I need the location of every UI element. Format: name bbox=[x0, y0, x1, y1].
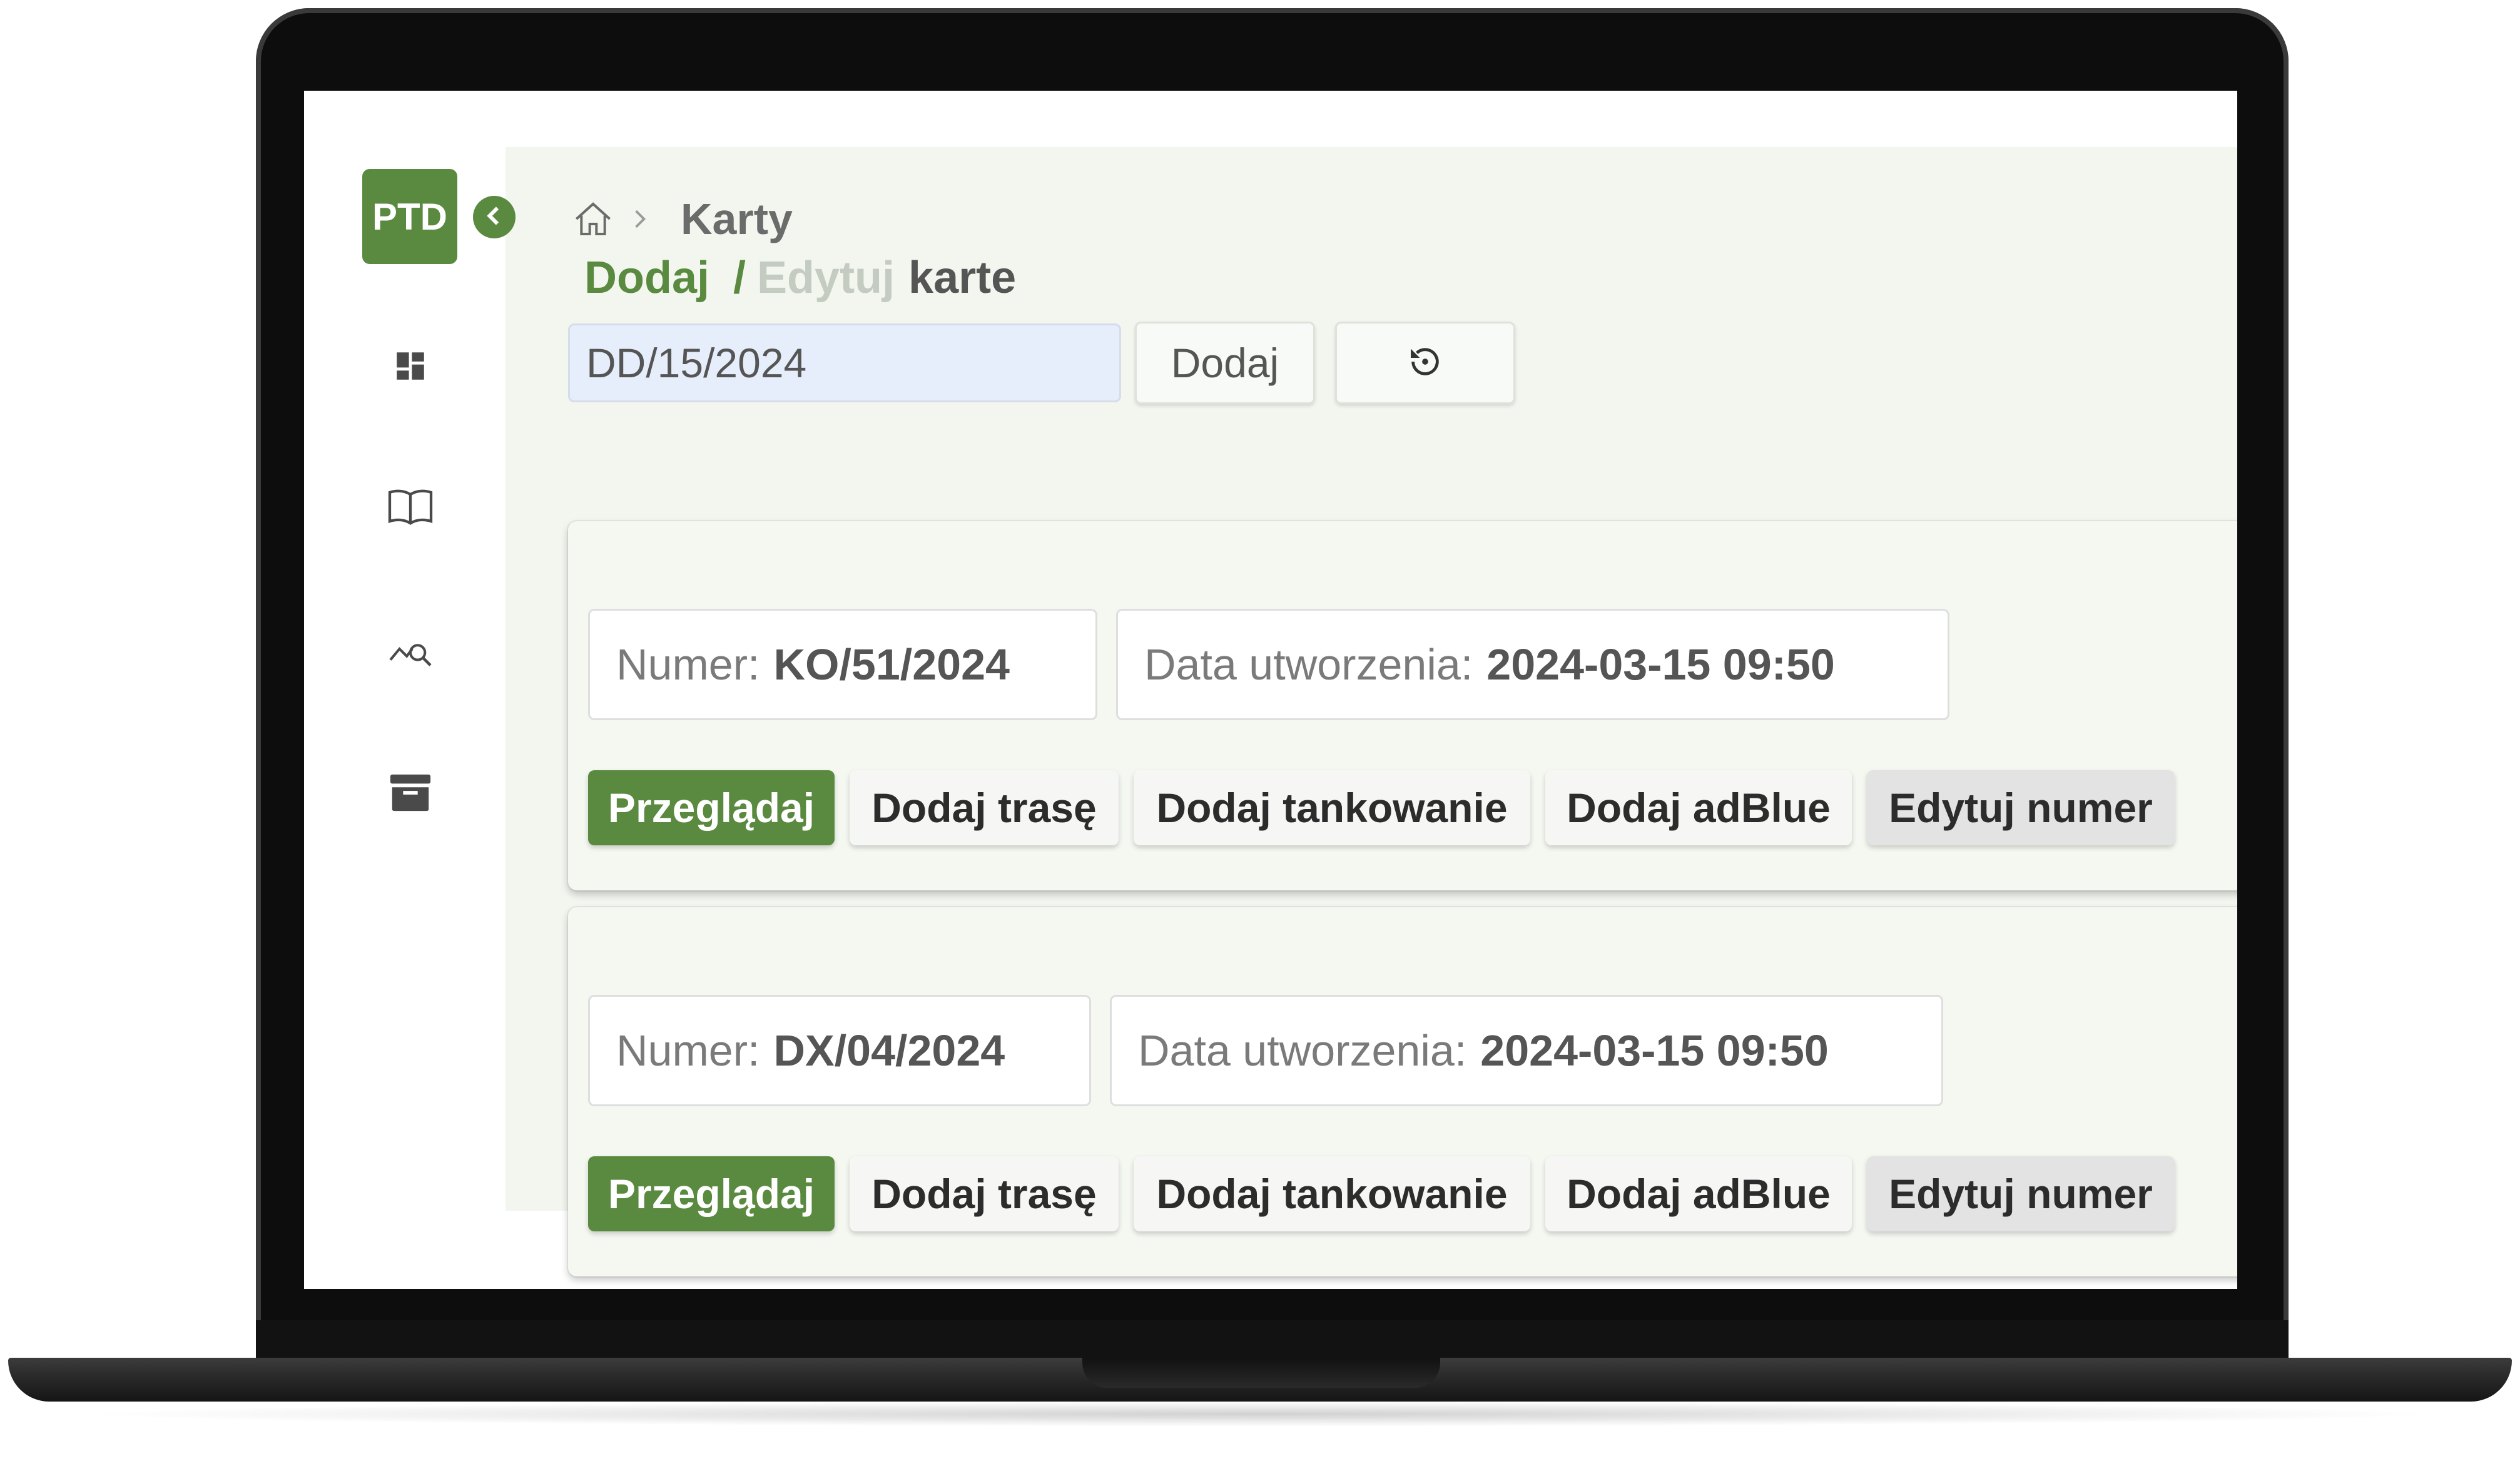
add-fueling-button[interactable]: Dodaj tankowanie bbox=[1134, 1156, 1530, 1231]
sidebar: PTD bbox=[304, 91, 504, 1289]
add-fueling-button[interactable]: Dodaj tankowanie bbox=[1134, 770, 1530, 845]
page-title: Dodaj / Edytuj karte bbox=[584, 252, 1016, 303]
card-created-value: 2024-03-15 09:50 bbox=[1480, 1026, 1829, 1075]
reset-button[interactable] bbox=[1335, 322, 1515, 404]
history-icon bbox=[1407, 344, 1443, 383]
browse-button[interactable]: Przeglądaj bbox=[588, 770, 835, 845]
chevron-right-icon bbox=[618, 194, 662, 244]
title-edit: Edytuj bbox=[757, 253, 895, 303]
laptop-shadow bbox=[75, 1402, 2446, 1427]
card-created-value: 2024-03-15 09:50 bbox=[1486, 640, 1835, 689]
app-screen: PTD Karty Dodaj / Edytuj karte DD/15/202… bbox=[304, 91, 2237, 1289]
edit-number-button[interactable]: Edytuj numer bbox=[1867, 770, 2175, 845]
card-actions: Przeglądaj Dodaj trasę Dodaj tankowanie … bbox=[588, 770, 2190, 845]
laptop-notch bbox=[1082, 1358, 1440, 1388]
card-number-label: Numer: bbox=[616, 640, 760, 689]
app-logo[interactable]: PTD bbox=[362, 169, 457, 264]
add-route-button[interactable]: Dodaj trasę bbox=[850, 1156, 1119, 1231]
title-separator: / bbox=[733, 253, 746, 303]
add-adblue-button[interactable]: Dodaj adBlue bbox=[1545, 770, 1852, 845]
main-content: Karty Dodaj / Edytuj karte Dodaj Numer: … bbox=[506, 147, 2237, 1276]
card-number-value: KO/51/2024 bbox=[773, 640, 1010, 689]
chart-search-icon[interactable] bbox=[385, 626, 435, 676]
add-button[interactable]: Dodaj bbox=[1135, 322, 1315, 404]
browse-button[interactable]: Przeglądaj bbox=[588, 1156, 835, 1231]
home-icon[interactable] bbox=[568, 194, 618, 244]
card-number-value: DX/04/2024 bbox=[773, 1026, 1005, 1075]
collapse-sidebar-button[interactable] bbox=[473, 196, 516, 238]
laptop-bezel bbox=[256, 1320, 2289, 1358]
archive-icon[interactable] bbox=[385, 768, 435, 818]
dashboard-icon[interactable] bbox=[385, 341, 435, 391]
add-route-button[interactable]: Dodaj trasę bbox=[850, 770, 1119, 845]
toolbar: Dodaj bbox=[568, 322, 1515, 404]
breadcrumb-current[interactable]: Karty bbox=[681, 194, 793, 244]
card-created-field: Data utworzenia: 2024-03-15 09:50 bbox=[1110, 995, 1943, 1106]
card-number-field: Numer: DX/04/2024 bbox=[588, 995, 1091, 1106]
card-created-field: Data utworzenia: 2024-03-15 09:50 bbox=[1116, 609, 1949, 720]
card-number-label: Numer: bbox=[616, 1026, 760, 1075]
edit-number-button[interactable]: Edytuj numer bbox=[1867, 1156, 2175, 1231]
date-input[interactable] bbox=[568, 323, 1121, 402]
title-object: karte bbox=[908, 253, 1017, 303]
breadcrumb: Karty bbox=[568, 191, 793, 247]
card-number-field: Numer: KO/51/2024 bbox=[588, 609, 1097, 720]
card-created-label: Data utworzenia: bbox=[1138, 1026, 1467, 1075]
card-created-label: Data utworzenia: bbox=[1144, 640, 1473, 689]
book-icon[interactable] bbox=[385, 482, 435, 532]
add-adblue-button[interactable]: Dodaj adBlue bbox=[1545, 1156, 1852, 1231]
card-actions: Przeglądaj Dodaj trasę Dodaj tankowanie … bbox=[588, 1156, 2190, 1231]
card-item: Numer: KO/51/2024 Data utworzenia: 2024-… bbox=[568, 521, 2237, 890]
chevron-left-icon bbox=[486, 206, 502, 228]
title-add: Dodaj bbox=[584, 253, 710, 303]
card-item: Numer: DX/04/2024 Data utworzenia: 2024-… bbox=[568, 907, 2237, 1276]
